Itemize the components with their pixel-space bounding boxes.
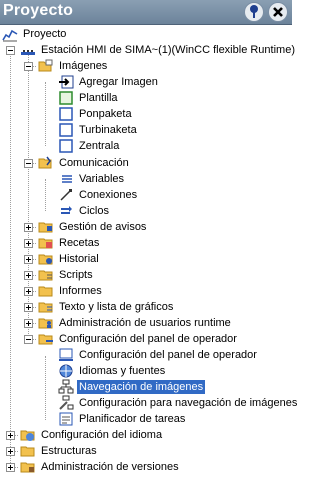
screen-icon (59, 139, 73, 153)
tree-label: Gestión de avisos (59, 221, 147, 233)
collapse-toggle[interactable] (6, 46, 15, 55)
tree-label: Historial (59, 253, 99, 265)
tree-line (28, 50, 29, 340)
pin-button[interactable] (244, 2, 264, 22)
tree-label: Configuración para navegación de imágene… (79, 397, 298, 409)
expand-toggle[interactable] (24, 271, 33, 280)
tree-line (45, 356, 46, 420)
alarm-folder-icon (38, 222, 53, 233)
folder-open-icon (38, 156, 52, 169)
tree-label: Configuración del panel de operador (59, 333, 237, 345)
hmi-device-icon (21, 50, 35, 55)
panel-title-bar: Proyecto (0, 0, 292, 25)
pin-icon (250, 5, 258, 18)
tree-label: Ponpaketa (79, 108, 132, 120)
tree-label: Idiomas y fuentes (79, 365, 166, 377)
scheduler-icon (59, 412, 73, 426)
expand-toggle[interactable] (24, 255, 33, 264)
structures-folder-icon (20, 446, 35, 457)
tree-line (45, 82, 46, 146)
tree-label: Ciclos (79, 205, 109, 217)
expand-toggle[interactable] (24, 287, 33, 296)
expand-toggle[interactable] (24, 303, 33, 312)
folder-open-icon (38, 59, 53, 72)
text-graphic-lists-folder-icon (38, 302, 53, 313)
language-folder-icon (20, 430, 35, 441)
recipe-folder-icon (38, 238, 53, 249)
screen-navigation-icon (58, 379, 74, 394)
scripts-folder-icon (38, 270, 53, 281)
tree-label: Administración de versiones (41, 461, 179, 473)
expand-toggle[interactable] (6, 431, 15, 440)
screen-icon (59, 123, 73, 137)
tree-label: Recetas (59, 237, 100, 249)
tree-label: Scripts (59, 269, 93, 281)
expand-toggle[interactable] (24, 239, 33, 248)
history-folder-icon (38, 254, 53, 265)
tree-label: Comunicación (59, 157, 129, 169)
tree-label: Configuración del panel de operador (79, 349, 257, 361)
tree-label: Turbinaketa (79, 124, 137, 136)
tree-label: Texto y lista de gráficos (59, 301, 174, 313)
collapse-toggle[interactable] (24, 62, 33, 71)
tree-label: Conexiones (79, 189, 138, 201)
tree-label: Planificador de tareas (79, 413, 186, 425)
collapse-toggle[interactable] (24, 335, 33, 344)
variables-icon (62, 175, 72, 183)
cycles-icon (61, 206, 72, 214)
expand-toggle[interactable] (24, 319, 33, 328)
add-screen-icon (59, 75, 74, 89)
tree-label: Zentrala (79, 140, 120, 152)
navigation-settings-icon (59, 395, 74, 410)
user-admin-folder-icon (38, 318, 53, 329)
tree-label: Informes (59, 285, 102, 297)
reports-folder-icon (38, 286, 53, 297)
project-icon (2, 29, 18, 42)
expand-toggle[interactable] (6, 463, 15, 472)
expand-toggle[interactable] (24, 223, 33, 232)
expand-toggle[interactable] (6, 447, 15, 456)
version-admin-folder-icon (20, 462, 35, 473)
tree-label: Agregar Imagen (79, 76, 158, 88)
tree-line (45, 179, 46, 211)
close-button[interactable] (268, 2, 288, 22)
tree-label: Variables (79, 173, 125, 185)
connections-icon (60, 189, 72, 201)
tree-label: Administración de usuarios runtime (59, 317, 231, 329)
collapse-toggle[interactable] (24, 159, 33, 168)
tree-line (10, 50, 11, 465)
close-icon (273, 7, 283, 17)
template-icon (59, 91, 73, 105)
device-settings-folder-icon (38, 334, 53, 345)
screen-icon (59, 107, 73, 121)
globe-icon (59, 364, 73, 378)
project-tree: Proyecto Estación HMI de SIMA~(1)(WinCC … (0, 26, 297, 484)
tree-label: Proyecto (23, 28, 67, 40)
tree-label: Estructuras (41, 445, 97, 457)
tree-label: Navegación de imágenes (77, 380, 206, 394)
tree-label: Imágenes (59, 60, 108, 72)
panel-settings-icon (59, 348, 73, 361)
panel-title: Proyecto (3, 2, 74, 19)
tree-label: Plantilla (79, 92, 118, 104)
tree-label: Configuración del idioma (41, 429, 163, 441)
tree-label: Estación HMI de SIMA~(1)(WinCC flexible … (41, 44, 295, 56)
